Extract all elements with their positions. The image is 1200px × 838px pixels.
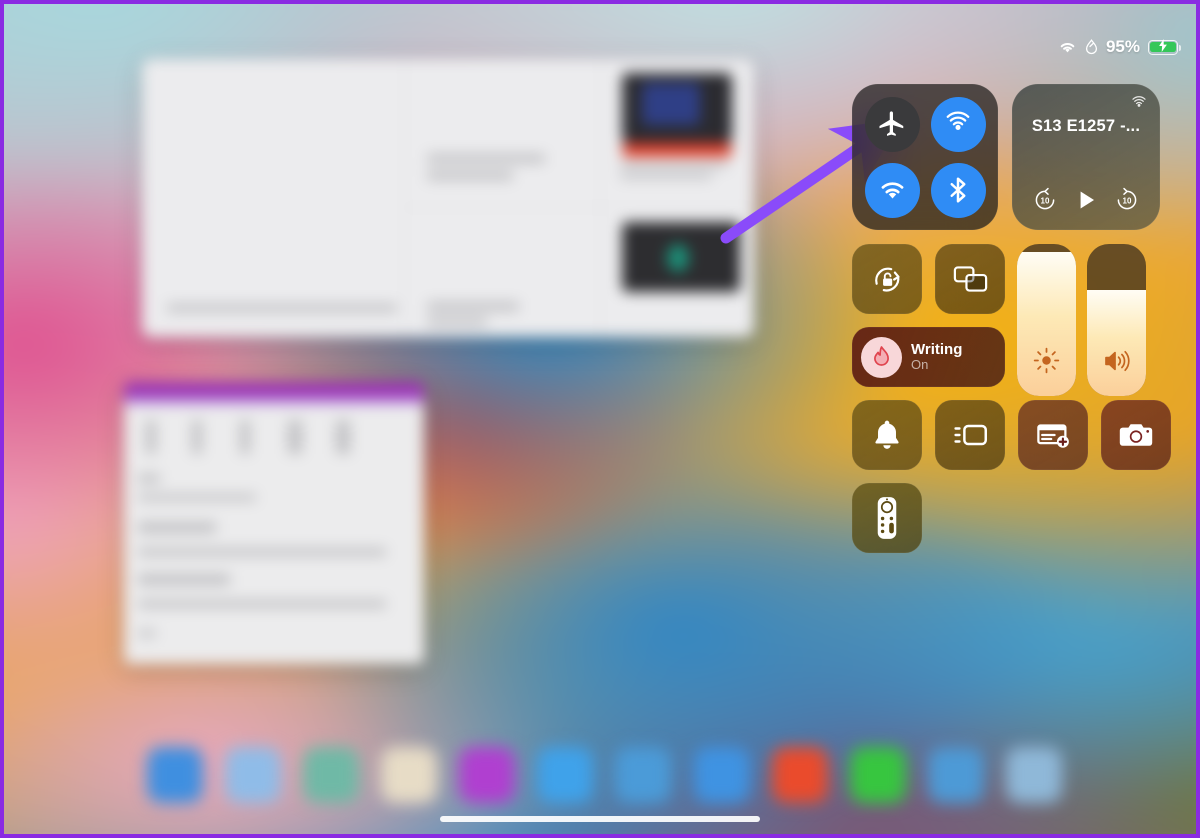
battery-percent: 95%: [1105, 37, 1140, 56]
stage-manager-button[interactable]: [935, 400, 1005, 470]
dock-app-icon[interactable]: [381, 747, 438, 803]
battery-icon: [1148, 37, 1182, 57]
bluetooth-toggle[interactable]: [930, 162, 986, 218]
wifi-icon: [1058, 40, 1077, 55]
dock-app-icon[interactable]: [927, 747, 984, 803]
dock: [137, 733, 1072, 817]
quick-note-button[interactable]: [1018, 400, 1088, 470]
rotation-lock-toggle[interactable]: [852, 244, 922, 314]
focus-subtitle: On: [911, 357, 929, 373]
focus-tile[interactable]: Writing On: [852, 327, 1005, 387]
dock-app-icon[interactable]: [459, 747, 516, 803]
screen-mirroring-button[interactable]: [935, 244, 1005, 314]
wifi-toggle[interactable]: [864, 162, 920, 218]
dock-app-icon[interactable]: [225, 747, 282, 803]
media-transport: 10 10: [1012, 187, 1160, 213]
volume-fill: [1087, 289, 1146, 396]
media-track-title: S13 E1257 -...: [1031, 117, 1141, 135]
home-indicator[interactable]: [440, 816, 760, 822]
play-button[interactable]: [1073, 187, 1099, 213]
dock-app-icon[interactable]: [849, 747, 906, 803]
status-bar: 95%: [1058, 37, 1182, 57]
camera-button[interactable]: [1101, 400, 1171, 470]
skip-forward-10-icon[interactable]: 10: [1114, 187, 1140, 213]
background-window-top[interactable]: [142, 59, 754, 337]
silent-mode-button[interactable]: [852, 400, 922, 470]
airdrop-toggle[interactable]: [930, 96, 986, 152]
brightness-slider[interactable]: [1017, 244, 1076, 396]
dock-app-icon[interactable]: [693, 747, 750, 803]
svg-text:10: 10: [1122, 197, 1131, 206]
battery-drop-icon: [1085, 39, 1098, 55]
apple-tv-remote-button[interactable]: [852, 483, 922, 553]
dock-app-icon[interactable]: [771, 747, 828, 803]
charging-bolt-icon: [1159, 37, 1168, 57]
ipad-screen: 95% S13 E1257 -... 10 10 Writing On: [0, 0, 1200, 838]
airplay-icon[interactable]: [1129, 93, 1149, 118]
dock-app-icon[interactable]: [615, 747, 672, 803]
volume-slider[interactable]: [1087, 244, 1146, 396]
dock-app-icon[interactable]: [147, 747, 203, 803]
media-widget[interactable]: S13 E1257 -... 10 10: [1012, 84, 1160, 230]
sun-icon: [1033, 347, 1060, 379]
speaker-waves-icon: [1102, 348, 1132, 379]
dock-app-icon[interactable]: [1005, 747, 1062, 803]
control-center: S13 E1257 -... 10 10 Writing On: [852, 84, 1171, 553]
dock-app-icon[interactable]: [303, 747, 360, 803]
flame-icon: [861, 336, 902, 378]
connectivity-module: [852, 84, 998, 230]
svg-text:10: 10: [1041, 197, 1050, 206]
airplane-mode-toggle[interactable]: [864, 96, 920, 152]
background-window-bottom[interactable]: [124, 382, 424, 664]
skip-back-10-icon[interactable]: 10: [1032, 187, 1058, 213]
dock-app-icon[interactable]: [537, 747, 594, 803]
focus-title: Writing: [911, 340, 963, 358]
